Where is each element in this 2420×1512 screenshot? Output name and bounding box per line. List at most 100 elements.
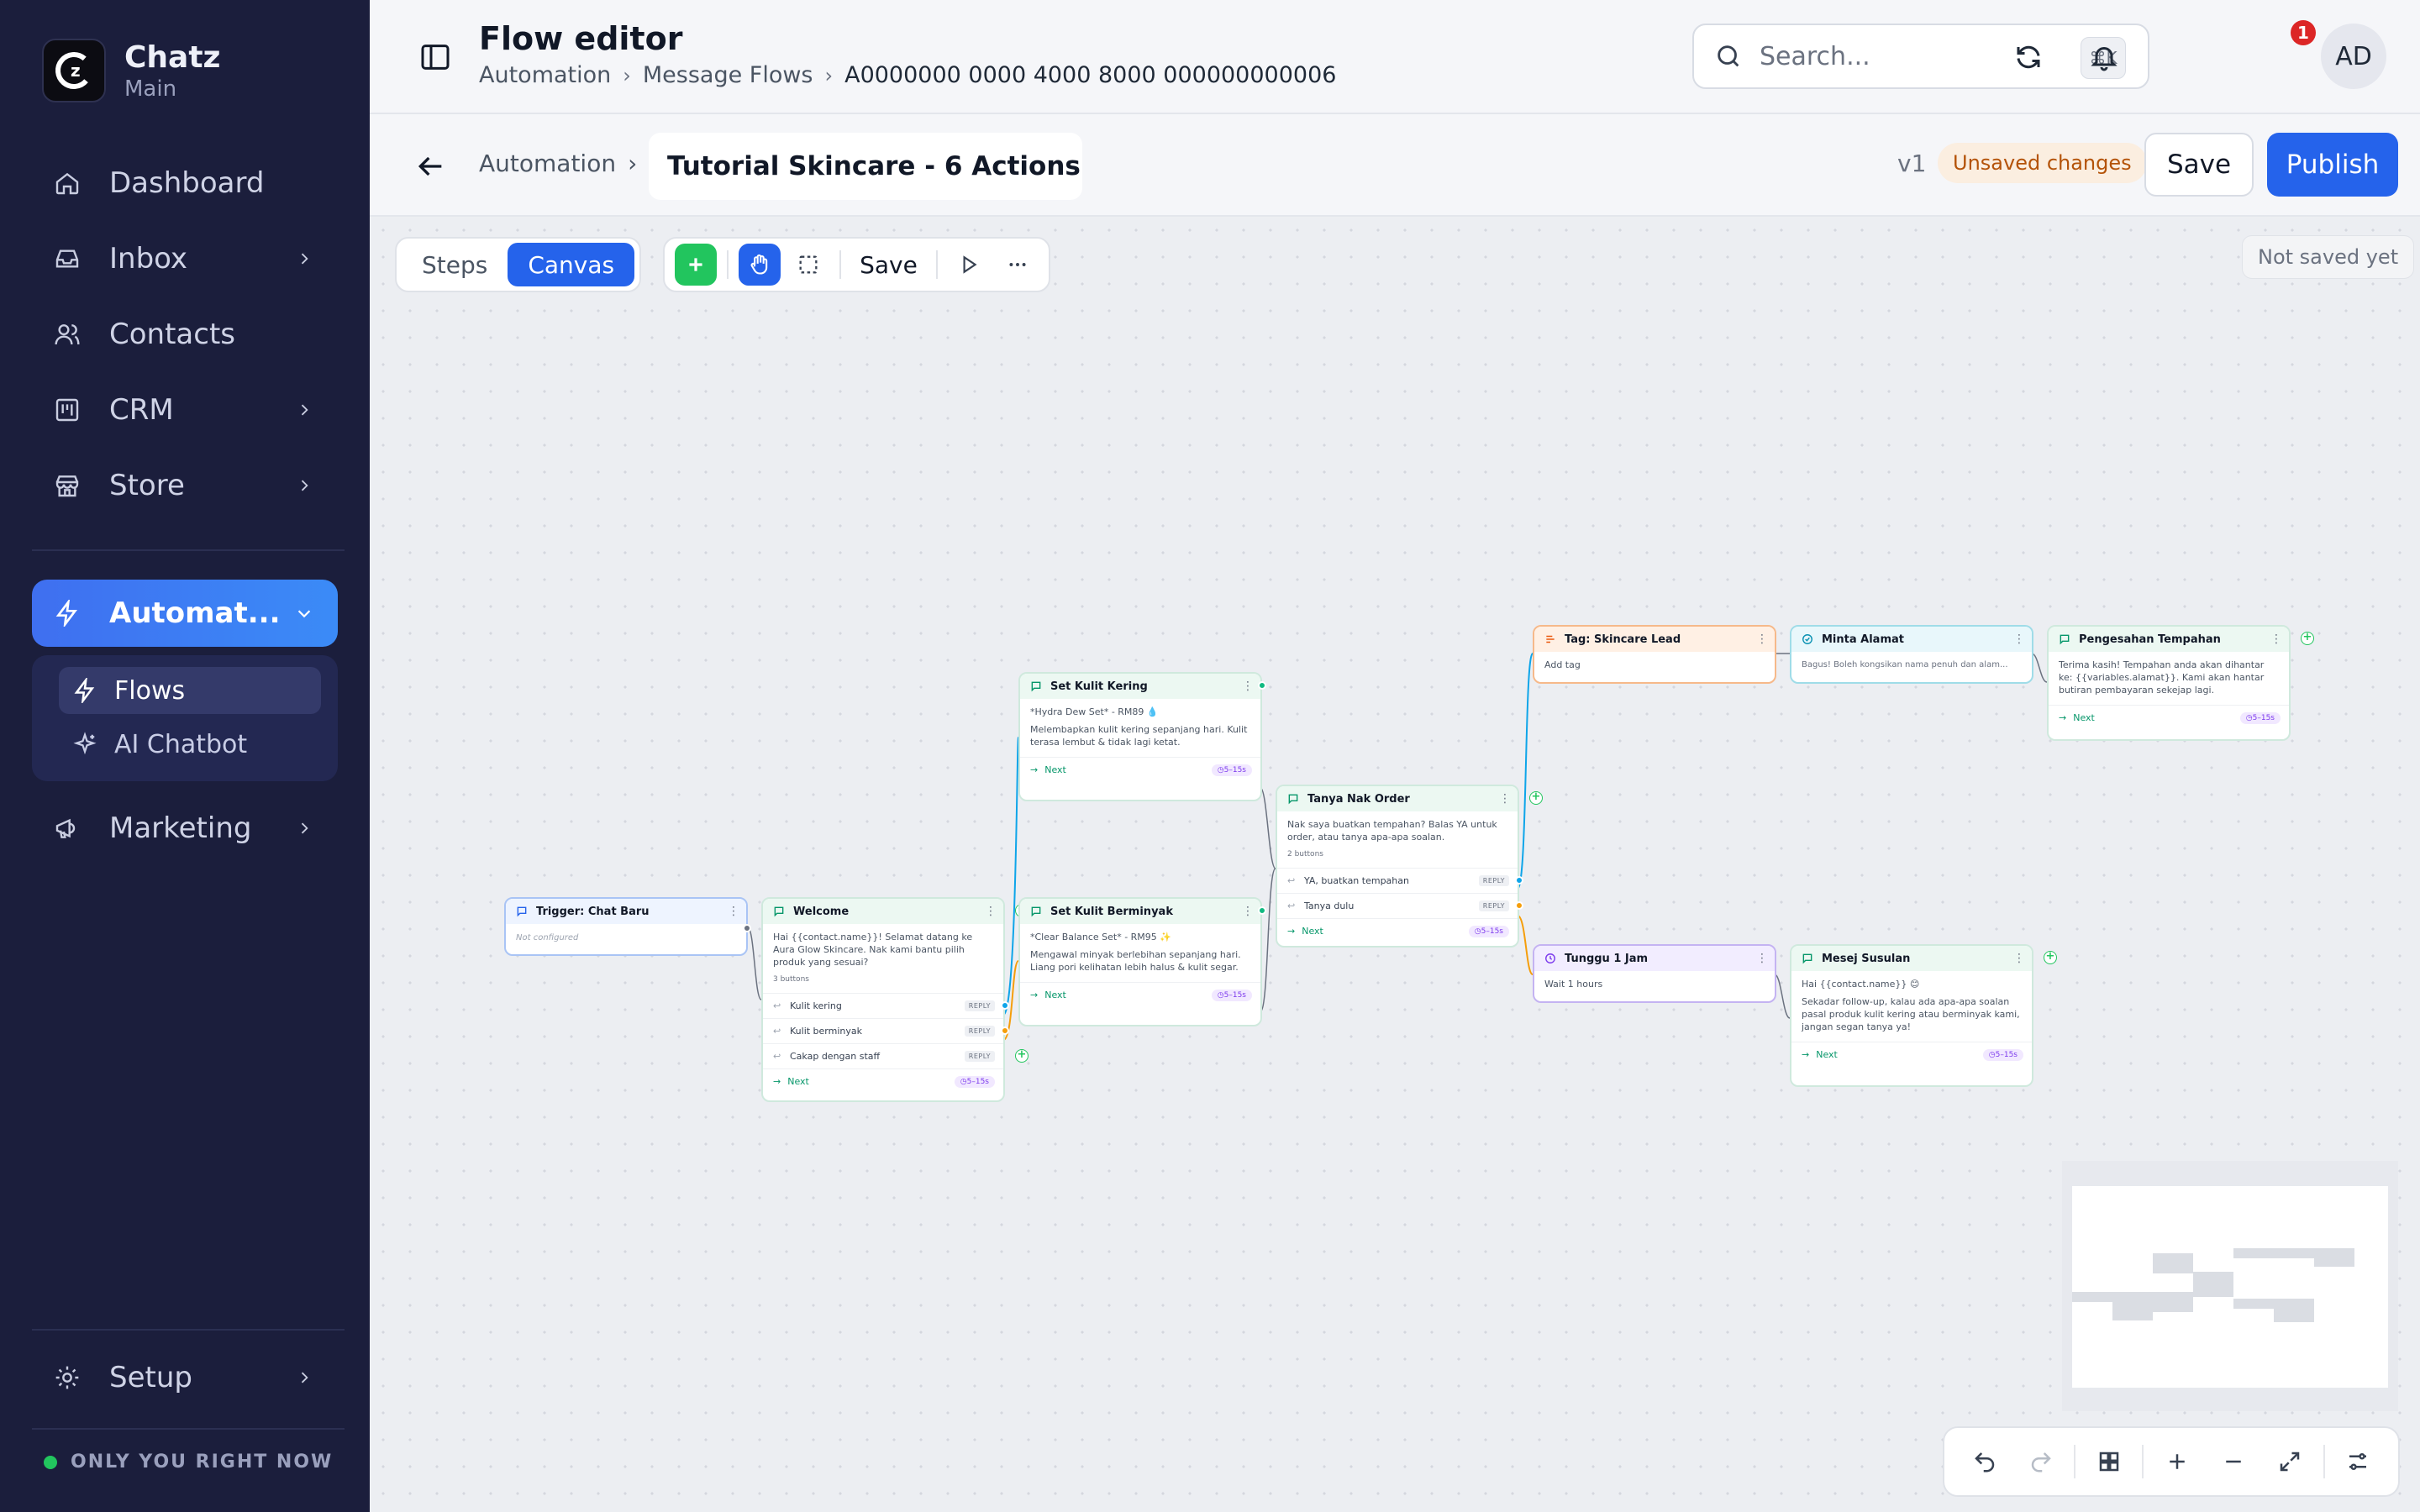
node-mesej-susulan[interactable]: Mesej Susulan ⋮ Hai {{contact.name}} 😊 S… — [1790, 944, 2057, 1087]
bell-icon[interactable] — [2084, 37, 2124, 77]
presence-status: ONLY YOU RIGHT NOW — [44, 1452, 333, 1473]
sidebar-toggle-icon[interactable] — [418, 40, 452, 74]
delay-badge: ◷ 5–15s — [954, 1075, 995, 1088]
output-port[interactable] — [743, 924, 751, 932]
kebab-menu-icon[interactable]: ⋮ — [728, 905, 739, 918]
arrow-right-icon: → — [773, 1076, 781, 1087]
node-header: Tag: Skincare Lead ⋮ — [1534, 627, 1775, 652]
kebab-menu-icon[interactable]: ⋮ — [2013, 952, 2025, 965]
breadcrumb-message-flows[interactable]: Message Flows — [643, 62, 813, 88]
breadcrumb-automation[interactable]: Automation — [479, 62, 611, 88]
redo-button[interactable] — [2018, 1438, 2064, 1485]
next-label: Next — [1044, 990, 1066, 1000]
node-welcome[interactable]: Welcome ⋮ Hai {{contact.name}}! Selamat … — [761, 897, 1028, 1102]
undo-button[interactable] — [1961, 1438, 2007, 1485]
minimap-node — [2233, 1299, 2274, 1309]
kebab-menu-icon[interactable]: ⋮ — [1499, 792, 1511, 806]
fit-view-button[interactable] — [2267, 1438, 2313, 1485]
bolt-icon — [74, 678, 95, 703]
search-box[interactable]: ⌘K — [1692, 24, 2149, 89]
next-step-row[interactable]: → Next ◷ 5–15s — [1020, 906, 1266, 1007]
add-connection-plus-icon[interactable]: + — [1015, 1049, 1028, 1063]
zoom-in-button[interactable] — [2154, 1438, 2200, 1485]
output-port[interactable] — [1515, 876, 1523, 885]
minimap[interactable] — [2062, 1161, 2398, 1411]
delay-value: 5–15s — [1223, 765, 1246, 774]
output-port[interactable] — [1515, 901, 1523, 910]
sidebar-item-crm[interactable]: CRM — [32, 376, 338, 444]
arrow-right-icon: → — [2059, 712, 2067, 723]
sidebar-subitem-ai-chatbot[interactable]: AI Chatbot — [59, 721, 321, 768]
sidebar-divider — [32, 549, 345, 551]
save-button[interactable]: Save — [2144, 133, 2254, 197]
output-port[interactable] — [1258, 906, 1266, 915]
flow-canvas[interactable]: Steps Canvas Save Not saved yet Trigger:… — [370, 217, 2420, 1512]
next-step-row[interactable]: → Next ◷ 5–15s — [1020, 681, 1266, 782]
reply-option[interactable]: ↩ Cakap dengan staff REPLY + — [763, 1043, 1028, 1068]
node-message-line: Sekadar follow-up, kalau ada apa-apa soa… — [1802, 996, 2020, 1032]
node-tanya-nak-order[interactable]: Tanya Nak Order ⋮ Nak saya buatkan tempa… — [1276, 785, 1543, 948]
flow-name-field[interactable]: Tutorial Skincare - 6 Actions and closi — [649, 133, 1082, 200]
node-pengesahan-tempahan[interactable]: Pengesahan Tempahan ⋮ Terima kasih! Temp… — [2047, 625, 2314, 741]
chat-bubble-icon — [773, 906, 785, 917]
brand[interactable]: z Chatz Main — [42, 39, 221, 102]
reply-option[interactable]: ↩ Kulit kering REPLY — [763, 993, 1009, 1018]
controls-divider — [2323, 1445, 2325, 1478]
sparkles-icon — [73, 732, 97, 755]
kebab-menu-icon[interactable]: ⋮ — [1242, 680, 1254, 693]
add-connection-plus-icon[interactable]: + — [2301, 632, 2314, 645]
next-step-row[interactable]: → Next ◷ 5–15s + — [763, 904, 1028, 1094]
status-badge: Unsaved changes — [1938, 143, 2147, 183]
canvas-settings-button[interactable] — [2335, 1438, 2381, 1485]
publish-button[interactable]: Publish — [2267, 133, 2398, 197]
node-message: Wait 1 hours — [1544, 979, 1603, 990]
back-arrow-icon[interactable] — [413, 150, 447, 183]
sidebar-item-setup[interactable]: Setup — [32, 1344, 338, 1411]
node-title: Trigger: Chat Baru — [536, 905, 650, 918]
breadcrumb-automation[interactable]: Automation — [479, 150, 616, 177]
reply-icon: ↩ — [773, 1000, 781, 1011]
kebab-menu-icon[interactable]: ⋮ — [1756, 633, 1768, 646]
sidebar: z Chatz Main Dashboard Inbox Contacts CR — [0, 0, 370, 1512]
reply-option[interactable]: ↩ Kulit berminyak REPLY — [763, 1018, 1009, 1043]
add-connection-plus-icon[interactable]: + — [2044, 951, 2057, 964]
chat-bubble-icon — [516, 906, 528, 917]
sliders-icon — [2349, 1453, 2367, 1470]
reply-option[interactable]: ↩ Tanya dulu REPLY — [1277, 893, 1523, 918]
chevron-right-icon — [289, 244, 319, 274]
sidebar-item-dashboard[interactable]: Dashboard — [32, 150, 338, 217]
node-set-kulit-kering[interactable]: Set Kulit Kering ⋮ *Hydra Dew Set* - RM8… — [1018, 672, 1266, 801]
kebab-menu-icon[interactable]: ⋮ — [985, 905, 997, 918]
zoom-out-button[interactable] — [2211, 1438, 2257, 1485]
sidebar-item-inbox[interactable]: Inbox — [32, 225, 338, 292]
sidebar-item-contacts[interactable]: Contacts — [32, 301, 338, 368]
sidebar-item-label: Automat... — [109, 596, 281, 630]
avatar[interactable]: AD — [2321, 24, 2386, 89]
next-step-row[interactable]: → Next ◷ 5–15s + — [1791, 951, 2057, 1067]
refresh-icon[interactable] — [2008, 37, 2049, 77]
sidebar-item-marketing[interactable]: Marketing — [32, 795, 338, 862]
output-port[interactable] — [1258, 681, 1266, 690]
auto-layout-button[interactable] — [2086, 1438, 2132, 1485]
kebab-menu-icon[interactable]: ⋮ — [1242, 905, 1254, 918]
version-label: v1 — [1897, 150, 1927, 177]
output-port[interactable] — [1001, 1001, 1009, 1010]
sidebar-item-store[interactable]: Store — [32, 452, 338, 519]
node-trigger[interactable]: Trigger: Chat Baru ⋮ Not configured — [504, 897, 751, 956]
node-tag-skincare-lead[interactable]: Tag: Skincare Lead ⋮ Add tag — [1533, 625, 1776, 684]
kebab-menu-icon[interactable]: ⋮ — [2013, 633, 2025, 646]
node-tunggu-1-jam[interactable]: Tunggu 1 Jam ⋮ Wait 1 hours — [1533, 944, 1776, 1003]
sidebar-subitem-flows[interactable]: Flows — [59, 667, 321, 714]
kebab-menu-icon[interactable]: ⋮ — [1756, 952, 1768, 965]
add-connection-plus-icon[interactable]: + — [1529, 791, 1543, 805]
node-set-kulit-berminyak[interactable]: Set Kulit Berminyak ⋮ *Clear Balance Set… — [1018, 897, 1266, 1026]
next-step-row[interactable]: → Next ◷ 5–15s + — [1277, 791, 1543, 943]
sidebar-item-automation[interactable]: Automat... — [32, 580, 338, 647]
output-port[interactable] — [1001, 1026, 1009, 1035]
home-icon — [52, 168, 82, 198]
node-minta-alamat[interactable]: Minta Alamat ⋮ Bagus! Boleh kongsikan na… — [1790, 625, 2033, 684]
kebab-menu-icon[interactable]: ⋮ — [2270, 633, 2282, 646]
reply-option[interactable]: ↩ YA, buatkan tempahan REPLY — [1277, 868, 1523, 893]
next-step-row[interactable]: → Next ◷ 5–15s + — [2049, 632, 2314, 730]
page-title: Flow editor — [479, 20, 683, 57]
